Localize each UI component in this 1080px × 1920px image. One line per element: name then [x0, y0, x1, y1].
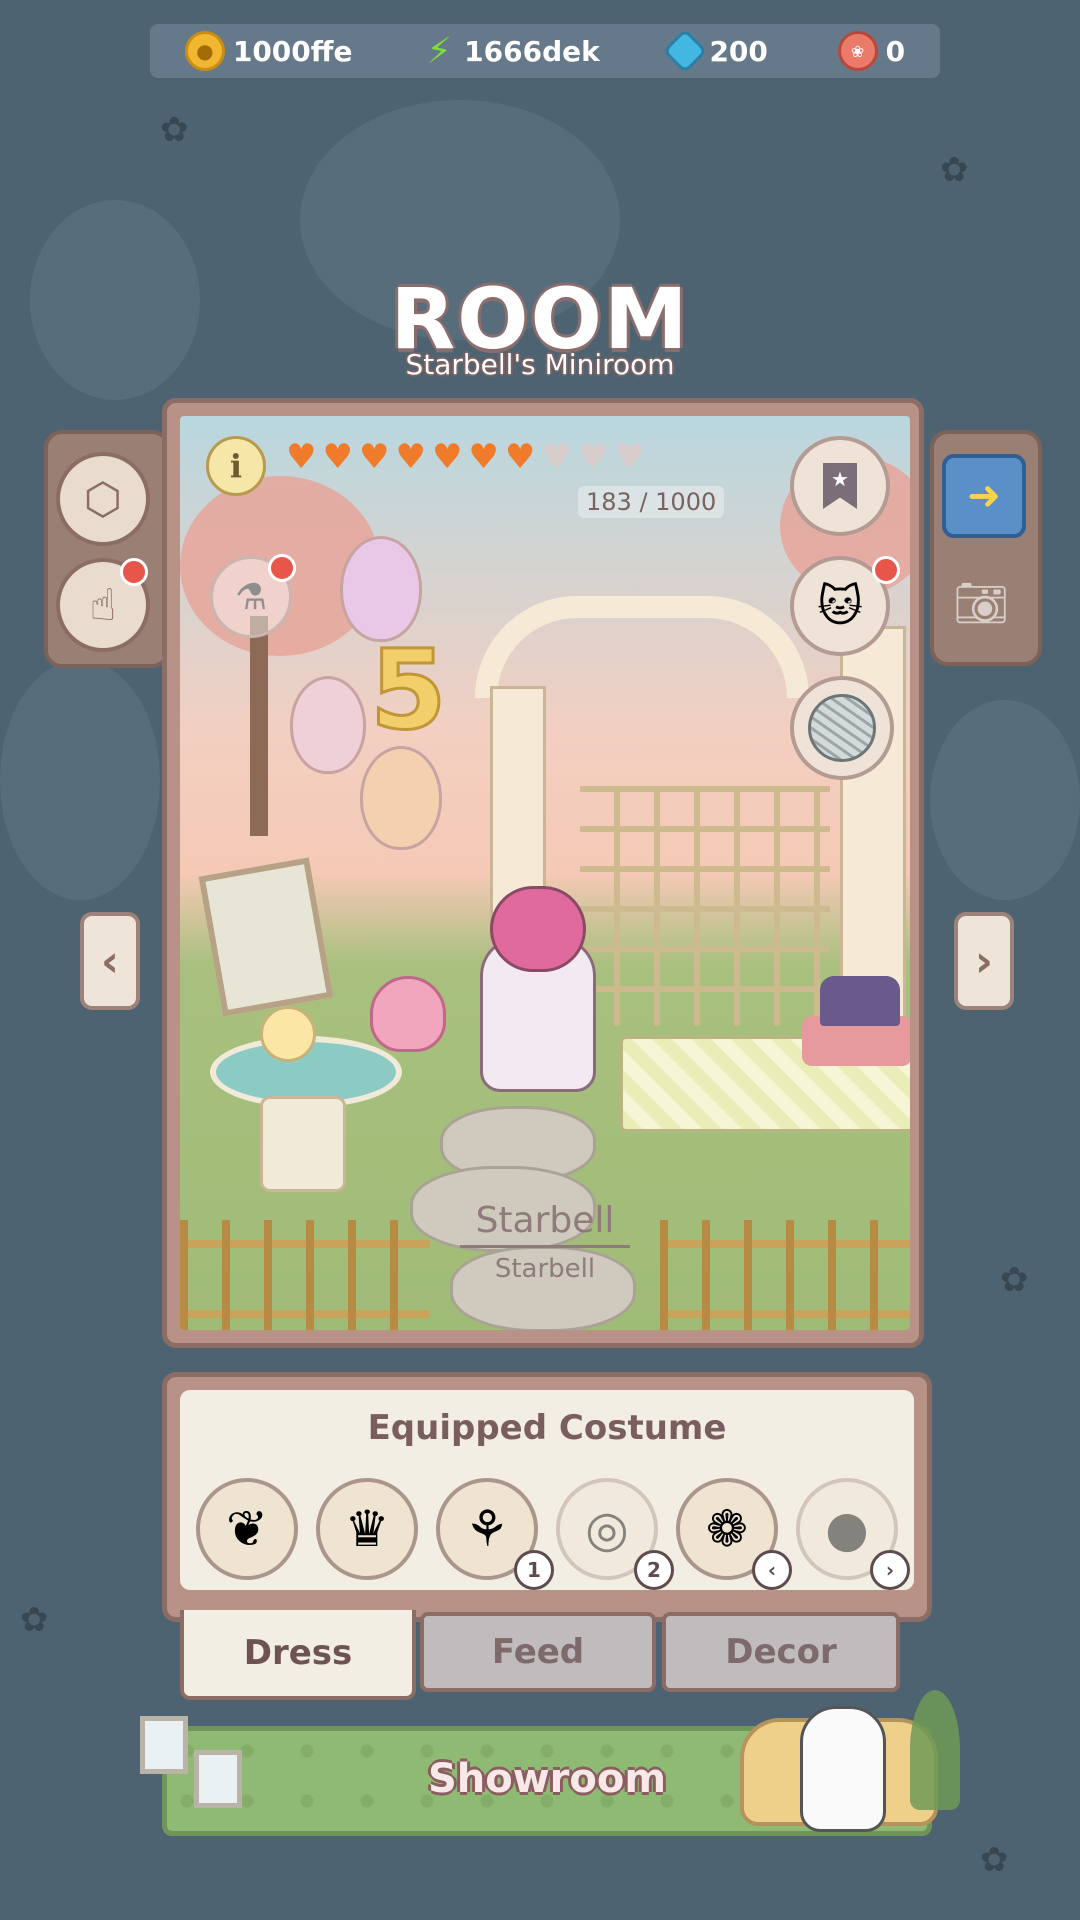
lightning-icon: ⚡ — [426, 30, 452, 72]
background-flower-icon: ✿ — [1000, 1260, 1029, 1300]
chevron-left-icon: ‹ — [100, 935, 120, 987]
coin-counter[interactable]: ● 1000ffe — [184, 31, 353, 71]
cake-top-tier — [820, 976, 900, 1026]
tulip-hamster — [370, 976, 446, 1052]
room-view-button[interactable]: ⬡ — [56, 452, 150, 546]
notification-dot — [120, 558, 148, 586]
vine-lattice — [580, 786, 830, 1026]
info-button[interactable]: i — [206, 436, 266, 496]
arch-top — [475, 596, 809, 698]
coin-value: 1000ffe — [232, 34, 353, 68]
bouquet-icon: ⚘ — [464, 1500, 510, 1558]
tab-dress[interactable]: Dress — [180, 1610, 416, 1700]
chevron-left-icon: ‹ — [767, 1558, 777, 1582]
cat-nameplate: Starbell Starbell — [460, 1200, 630, 1284]
tulip-hamster-icon: ❁ — [706, 1500, 748, 1558]
background-flower-icon: ✿ — [160, 110, 189, 150]
bottle-icon: ⚗ — [234, 576, 268, 618]
favorite-button[interactable]: ★ — [790, 436, 890, 536]
heart-filled-icon: ♥ — [286, 437, 317, 477]
cat-name: Starbell — [460, 1200, 630, 1248]
glasses-icon: ◎ — [585, 1500, 629, 1558]
slot-next-button[interactable]: › — [870, 1550, 910, 1590]
gem-value: 200 — [709, 34, 768, 68]
flower-painting-easel — [198, 857, 334, 1017]
slot-badge: 2 — [634, 1550, 674, 1590]
background-cat-decoration — [930, 700, 1080, 900]
cat-face-icon: 🐱︎ — [817, 580, 863, 632]
yarn-ball-icon — [808, 694, 876, 762]
heart-filled-icon: ♥ — [358, 437, 390, 477]
flower-vine-icon: ❦ — [226, 1500, 268, 1558]
fence-left — [180, 1220, 430, 1330]
costume-slot-flower-vine[interactable]: ❦ — [196, 1478, 298, 1580]
previous-cat-button[interactable]: ‹ — [80, 912, 140, 1010]
gem-icon — [662, 28, 709, 74]
costume-slot-flower-crown[interactable]: ♛ — [316, 1478, 418, 1580]
arrow-right-icon: ➜ — [967, 473, 1001, 519]
background-flower-icon: ✿ — [980, 1840, 1009, 1880]
flower-crown-icon: ♛ — [344, 1500, 390, 1558]
coin-icon: ● — [184, 31, 225, 71]
heart-filled-icon: ♥ — [468, 437, 499, 477]
background-flower-icon: ✿ — [940, 150, 969, 190]
heart-filled-icon: ♥ — [395, 437, 426, 477]
background-cats-decoration — [0, 660, 160, 900]
bookmark-star-icon: ★ — [823, 463, 857, 509]
camera-button[interactable]: 📷︎ — [946, 568, 1016, 638]
page-subtitle: Starbell's Miniroom — [405, 348, 675, 381]
cat-silhouette-icon: ● — [825, 1500, 869, 1558]
balloon — [360, 746, 442, 850]
bird-bath-pedestal — [260, 1096, 346, 1192]
tab-decor[interactable]: Decor — [662, 1612, 900, 1692]
room-scene[interactable]: 5 — [180, 416, 910, 1330]
paw-counter[interactable]: ❀ 0 — [837, 31, 906, 71]
chevron-right-icon: › — [974, 935, 994, 987]
heart-empty-icon: ♥ — [614, 437, 645, 477]
balloon — [290, 676, 366, 774]
affection-progress: 183 / 1000 — [578, 486, 725, 518]
info-icon: i — [229, 447, 243, 485]
notification-dot — [872, 556, 900, 584]
tree-trunk — [250, 616, 268, 836]
gem-counter[interactable]: 200 — [662, 28, 768, 74]
heart-filled-icon: ♥ — [322, 437, 353, 477]
heart-filled-icon: ♥ — [504, 437, 536, 477]
heart-empty-icon: ♥ — [541, 437, 572, 477]
heart-empty-icon: ♥ — [577, 437, 609, 477]
energy-counter[interactable]: ⚡ 1666dek — [422, 30, 600, 72]
tab-feed[interactable]: Feed — [420, 1612, 656, 1692]
energy-value: 1666dek — [464, 34, 600, 68]
slot-badge: 1 — [514, 1550, 554, 1590]
hand-tap-icon: ☝ — [89, 579, 117, 631]
currency-bar: ● 1000ffe ⚡ 1666dek 200 ❀ 0 — [150, 24, 940, 78]
chevron-right-icon: › — [885, 1558, 895, 1582]
camera-icon: 📷︎ — [953, 578, 1009, 629]
notification-dot — [268, 554, 296, 582]
cube-icon: ⬡ — [83, 473, 123, 525]
cat-name-sub: Starbell — [494, 1254, 596, 1284]
paw-icon: ❀ — [837, 31, 878, 71]
next-cat-button[interactable]: › — [954, 912, 1014, 1010]
background-flower-icon: ✿ — [20, 1600, 49, 1640]
heart-filled-icon: ♥ — [431, 437, 463, 477]
number-five-balloon: 5 — [369, 625, 449, 756]
costume-panel-title: Equipped Costume — [367, 1408, 727, 1448]
showroom-label: Showroom — [427, 1756, 667, 1802]
affection-hearts: ♥ ♥ ♥ ♥ ♥ ♥ ♥ ♥ ♥ ♥ — [286, 440, 645, 474]
fence-right — [660, 1220, 910, 1330]
paw-value: 0 — [885, 34, 906, 68]
play-yarn-button[interactable] — [790, 676, 894, 780]
cat-character-head[interactable] — [490, 886, 586, 972]
exit-room-button[interactable]: ➜ — [942, 454, 1026, 538]
bird — [260, 1006, 316, 1062]
slot-prev-button[interactable]: ‹ — [752, 1550, 792, 1590]
